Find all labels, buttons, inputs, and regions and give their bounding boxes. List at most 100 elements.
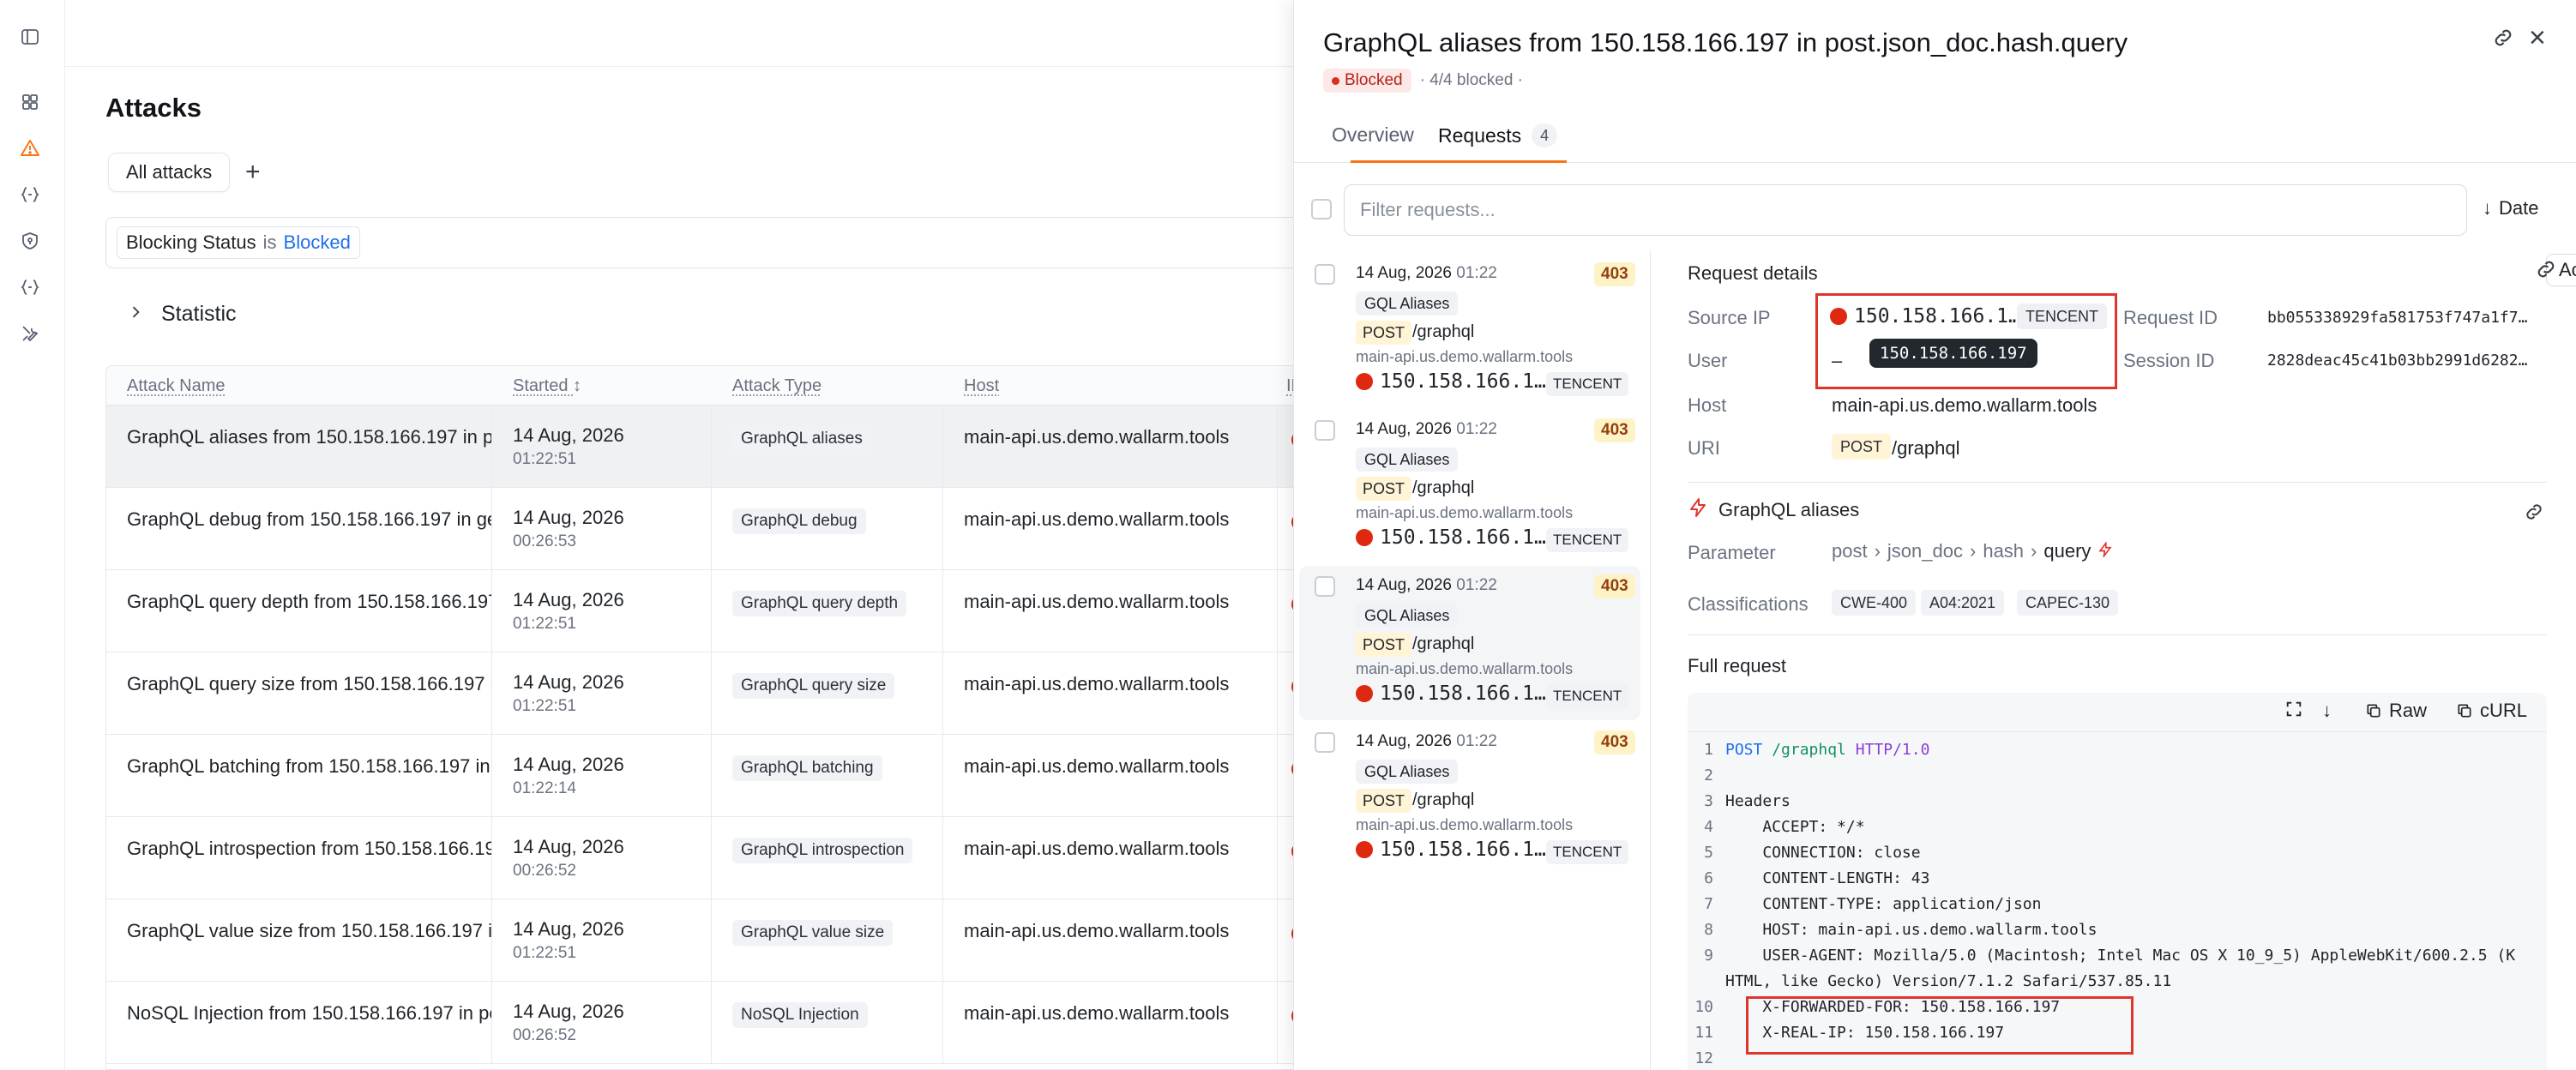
close-icon[interactable]: × <box>2529 22 2546 53</box>
table-row[interactable]: GraphQL introspection from 150.158.166.1… <box>106 817 1305 899</box>
expand-icon[interactable] <box>2284 700 2303 718</box>
cell-host: main-api.us.demo.wallarm.tools <box>943 570 1278 652</box>
host: main-api.us.demo.wallarm.tools <box>964 755 1230 777</box>
table-row[interactable]: NoSQL Injection from 150.158.166.197 in … <box>106 982 1305 1064</box>
tools-icon[interactable] <box>17 321 43 346</box>
classification-tag[interactable]: A04:2021 <box>1921 590 2005 616</box>
table-row[interactable]: GraphQL query size from 150.158.166.197 … <box>106 652 1305 735</box>
cell-host: main-api.us.demo.wallarm.tools <box>943 406 1278 488</box>
filter-bar[interactable]: Blocking Status is Blocked <box>105 217 1306 268</box>
shield-icon[interactable] <box>17 228 43 254</box>
dashboard-icon[interactable] <box>17 89 43 115</box>
host: main-api.us.demo.wallarm.tools <box>964 1002 1230 1024</box>
flag-china-icon <box>1356 685 1373 702</box>
request-id-value[interactable]: bb055338929fa581753f747a1f7… <box>2267 309 2527 327</box>
filter-value: Blocked <box>283 231 351 253</box>
column-header-attack-type[interactable]: Attack Type <box>732 376 822 396</box>
request-path: /graphql <box>1412 634 1475 653</box>
details-link-icon[interactable] <box>2534 257 2558 286</box>
attack-tag: GQL Aliases <box>1356 604 1459 628</box>
attack-type-tag: GraphQL query size <box>732 673 895 699</box>
flag-china-icon <box>1356 373 1373 390</box>
request-checkbox[interactable] <box>1315 264 1335 285</box>
cell-started: 14 Aug, 2026 01:22:51 <box>492 406 712 488</box>
request-checkbox[interactable] <box>1315 420 1335 441</box>
cell-host: main-api.us.demo.wallarm.tools <box>943 735 1278 817</box>
cell-attack-name: GraphQL query size from 150.158.166.197 … <box>106 652 492 735</box>
cell-attack-type: GraphQL value size <box>712 899 943 982</box>
attacks-warning-icon[interactable] <box>17 135 43 161</box>
cell-started: 14 Aug, 2026 01:22:14 <box>492 735 712 817</box>
table-row[interactable]: GraphQL value size from 150.158.166.197 … <box>106 899 1305 982</box>
method-tag: POST <box>1356 633 1412 657</box>
attack-type-tag: GraphQL debug <box>732 508 866 534</box>
statistic-toggle[interactable]: Statistic <box>127 302 237 327</box>
add-tab-button[interactable]: + <box>245 159 261 185</box>
select-all-checkbox[interactable] <box>1311 199 1332 219</box>
attacks-table: Attack Name Started ↕ Attack Type Host I… <box>105 365 1306 1070</box>
request-host: main-api.us.demo.wallarm.tools <box>1356 348 1574 365</box>
column-header-started[interactable]: Started ↕ <box>513 376 581 396</box>
method-tag: POST <box>1356 321 1412 345</box>
request-checkbox[interactable] <box>1315 576 1335 597</box>
cell-attack-type: GraphQL query depth <box>712 570 943 652</box>
request-ip: 150.158.166.1… <box>1356 526 1546 549</box>
cell-attack-name: GraphQL aliases from 150.158.166.197 in … <box>106 406 492 488</box>
host: main-api.us.demo.wallarm.tools <box>964 920 1230 941</box>
classification-tag[interactable]: CAPEC-130 <box>2017 590 2119 616</box>
filter-field: Blocking Status <box>126 231 256 253</box>
code-line: 3 Headers <box>1704 792 1791 810</box>
sort-by-date-button[interactable]: ↓ Date <box>2483 197 2538 219</box>
attack-type-tag: GraphQL aliases <box>732 426 871 452</box>
api-braces-icon[interactable] <box>17 182 43 207</box>
request-card[interactable]: 14 Aug, 2026 01:22 403 GQL Aliases POST/gra… <box>1299 722 1640 876</box>
attack-link-icon[interactable] <box>2523 501 2545 527</box>
table-row[interactable]: GraphQL aliases from 150.158.166.197 in … <box>106 406 1305 488</box>
column-header-attack-name[interactable]: Attack Name <box>127 376 225 396</box>
provider-tag: TENCENT <box>1546 684 1629 708</box>
parameter-path: post › json_doc › hash › query <box>1832 540 2113 562</box>
table-row[interactable]: GraphQL query depth from 150.158.166.197… <box>106 570 1305 652</box>
request-datetime: 14 Aug, 2026 01:22 <box>1356 732 1497 750</box>
statistic-label: Statistic <box>161 302 237 326</box>
cell-attack-name: GraphQL value size from 150.158.166.197 … <box>106 899 492 982</box>
attack-name: NoSQL Injection from 150.158.166.197 in … <box>127 1002 491 1024</box>
attack-type-tag: GraphQL introspection <box>732 838 913 863</box>
attack-tag: GQL Aliases <box>1356 292 1459 316</box>
request-details-heading: Request details <box>1688 262 1818 284</box>
table-row[interactable]: GraphQL debug from 150.158.166.197 in ge… <box>106 488 1305 570</box>
uri-label: URI <box>1688 437 1720 459</box>
tab-all-attacks[interactable]: All attacks <box>108 153 231 192</box>
classifications-label: Classifications <box>1688 593 1809 615</box>
started-time: 01:22:51 <box>513 944 576 962</box>
tab-overview[interactable]: Overview <box>1332 123 1414 147</box>
api-schema-icon[interactable] <box>17 274 43 300</box>
table-row[interactable]: GraphQL batching from 150.158.166.197 in… <box>106 735 1305 817</box>
host: main-api.us.demo.wallarm.tools <box>964 591 1230 612</box>
code-line: 8 HOST: main-api.us.demo.wallarm.tools <box>1704 921 2098 939</box>
filter-requests-input[interactable]: Filter requests... <box>1344 184 2467 236</box>
request-card[interactable]: 14 Aug, 2026 01:22 403 GQL Aliases POST/gra… <box>1299 254 1640 408</box>
request-card[interactable]: 14 Aug, 2026 01:22 403 GQL Aliases POST/gra… <box>1299 410 1640 564</box>
filter-pill-blocking-status[interactable]: Blocking Status is Blocked <box>117 226 360 259</box>
download-icon[interactable]: ↓ <box>2322 700 2332 722</box>
copy-link-icon[interactable] <box>2491 26 2517 51</box>
code-toolbar: ↓ Raw cURL <box>1688 693 2547 732</box>
panel-status-row: Blocked · 4/4 blocked · <box>1323 69 1523 93</box>
cell-started: 14 Aug, 2026 01:22:51 <box>492 652 712 735</box>
started-time: 00:26:52 <box>513 1026 576 1044</box>
started-time: 00:26:52 <box>513 862 576 880</box>
classification-tag[interactable]: CWE-400 <box>1832 590 1917 616</box>
copy-raw-button[interactable]: Raw <box>2365 700 2427 722</box>
sidebar-toggle-icon[interactable] <box>17 24 43 50</box>
started-date: 14 Aug, 2026 <box>513 507 624 528</box>
session-id-value[interactable]: 2828deac45c41b03bb2991d6282… <box>2267 352 2527 370</box>
cell-attack-type: GraphQL query size <box>712 652 943 735</box>
column-header-host[interactable]: Host <box>964 376 999 396</box>
request-card[interactable]: 14 Aug, 2026 01:22 403 GQL Aliases POST/gra… <box>1299 566 1640 720</box>
tab-requests[interactable]: Requests 4 <box>1438 123 1558 147</box>
request-ip: 150.158.166.1… <box>1356 370 1546 393</box>
copy-curl-button[interactable]: cURL <box>2456 700 2527 722</box>
request-checkbox[interactable] <box>1315 732 1335 753</box>
chevron-right-icon <box>127 302 144 327</box>
